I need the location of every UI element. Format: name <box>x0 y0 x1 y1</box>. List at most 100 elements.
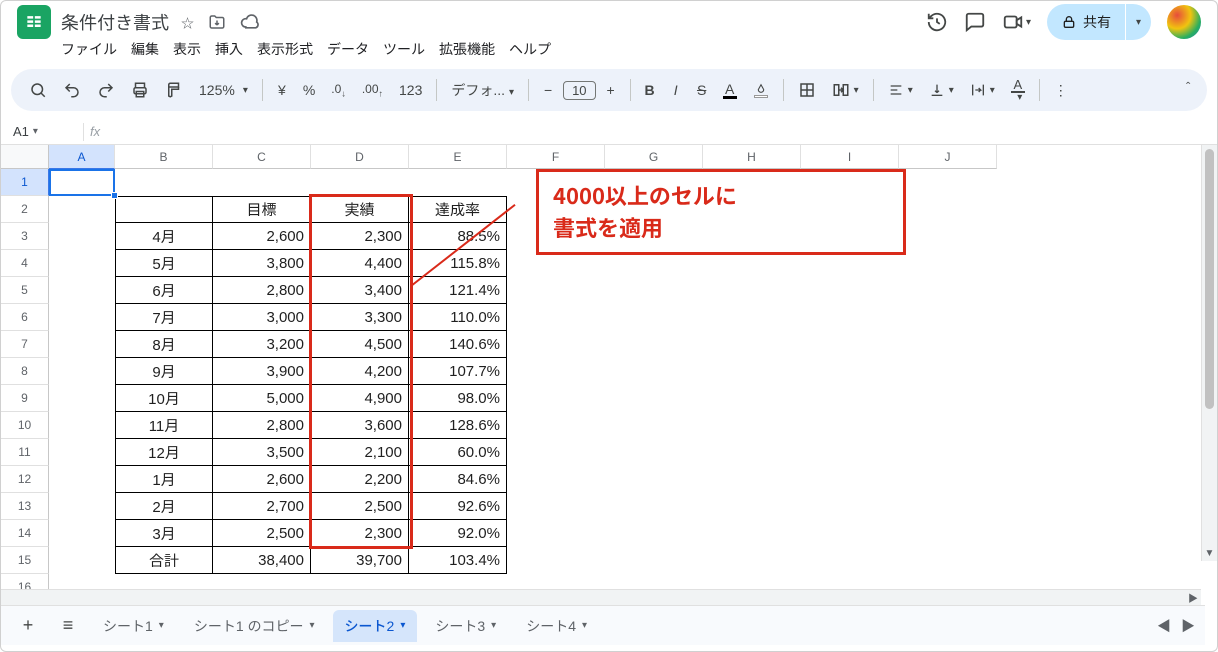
fill-handle[interactable] <box>111 192 118 199</box>
cell-D4[interactable]: 4,400 <box>311 250 409 277</box>
cell-B15[interactable]: 合計 <box>115 547 213 574</box>
menu-view[interactable]: 表示 <box>173 39 201 59</box>
name-box[interactable]: A1 ▾ <box>7 122 77 141</box>
star-icon[interactable]: ☆ <box>181 12 194 32</box>
cell-B4[interactable]: 5月 <box>115 250 213 277</box>
cell-E7[interactable]: 140.6% <box>409 331 507 358</box>
borders-button[interactable] <box>792 77 822 103</box>
select-all-corner[interactable] <box>1 145 49 169</box>
menu-extensions[interactable]: 拡張機能 <box>439 39 495 59</box>
print-icon[interactable] <box>125 77 155 103</box>
row-header-1[interactable]: 1 <box>1 169 49 196</box>
cell-D14[interactable]: 2,300 <box>311 520 409 547</box>
sheet-tab-3[interactable]: シート2▾ <box>333 610 418 642</box>
cell-C2[interactable]: 目標 <box>213 196 311 223</box>
cell-E5[interactable]: 121.4% <box>409 277 507 304</box>
history-icon[interactable] <box>926 11 948 33</box>
menu-tools[interactable]: ツール <box>383 39 425 59</box>
cell-D10[interactable]: 3,600 <box>311 412 409 439</box>
cell-C9[interactable]: 5,000 <box>213 385 311 412</box>
row-header-5[interactable]: 5 <box>1 277 49 304</box>
sheet-tab-1[interactable]: シート1▾ <box>91 610 176 642</box>
row-header-10[interactable]: 10 <box>1 412 49 439</box>
all-sheets-button[interactable]: ≡ <box>51 611 85 641</box>
row-header-13[interactable]: 13 <box>1 493 49 520</box>
cell-B14[interactable]: 3月 <box>115 520 213 547</box>
row-header-6[interactable]: 6 <box>1 304 49 331</box>
cell-C3[interactable]: 2,600 <box>213 223 311 250</box>
column-header-J[interactable]: J <box>899 145 997 169</box>
cloud-saved-icon[interactable] <box>240 12 260 32</box>
cell-E3[interactable]: 88.5% <box>409 223 507 250</box>
row-header-3[interactable]: 3 <box>1 223 49 250</box>
cell-C7[interactable]: 3,200 <box>213 331 311 358</box>
cell-E2[interactable]: 達成率 <box>409 196 507 223</box>
column-header-I[interactable]: I <box>801 145 899 169</box>
row-header-2[interactable]: 2 <box>1 196 49 223</box>
row-header-15[interactable]: 15 <box>1 547 49 574</box>
sheet-tab-4[interactable]: シート3▾ <box>423 610 508 642</box>
increase-decimal-button[interactable]: .00↑ <box>356 78 389 102</box>
cell-E14[interactable]: 92.0% <box>409 520 507 547</box>
column-header-E[interactable]: E <box>409 145 507 169</box>
cell-D12[interactable]: 2,200 <box>311 466 409 493</box>
vertical-scrollbar-thumb[interactable] <box>1205 149 1214 409</box>
cell-C13[interactable]: 2,700 <box>213 493 311 520</box>
sheet-tab-5[interactable]: シート4▾ <box>514 610 599 642</box>
cell-C8[interactable]: 3,900 <box>213 358 311 385</box>
cell-C11[interactable]: 3,500 <box>213 439 311 466</box>
document-title[interactable]: 条件付き書式 <box>61 9 169 35</box>
bold-button[interactable]: B <box>639 78 661 102</box>
cell-D11[interactable]: 2,100 <box>311 439 409 466</box>
cell-D8[interactable]: 4,200 <box>311 358 409 385</box>
cell-E11[interactable]: 60.0% <box>409 439 507 466</box>
cell-E15[interactable]: 103.4% <box>409 547 507 574</box>
cell-D3[interactable]: 2,300 <box>311 223 409 250</box>
cell-C12[interactable]: 2,600 <box>213 466 311 493</box>
share-dropdown[interactable]: ▾ <box>1126 4 1151 40</box>
undo-icon[interactable] <box>57 77 87 103</box>
cell-C10[interactable]: 2,800 <box>213 412 311 439</box>
cell-B2[interactable] <box>115 196 213 223</box>
comment-icon[interactable] <box>964 11 986 33</box>
cell-B3[interactable]: 4月 <box>115 223 213 250</box>
column-header-D[interactable]: D <box>311 145 409 169</box>
cell-C15[interactable]: 38,400 <box>213 547 311 574</box>
merge-button[interactable] <box>826 77 865 103</box>
cell-C5[interactable]: 2,800 <box>213 277 311 304</box>
cell-B8[interactable]: 9月 <box>115 358 213 385</box>
cell-E6[interactable]: 110.0% <box>409 304 507 331</box>
meet-icon[interactable]: ▾ <box>1002 11 1031 33</box>
column-header-F[interactable]: F <box>507 145 605 169</box>
menu-insert[interactable]: 挿入 <box>215 39 243 59</box>
cell-C4[interactable]: 3,800 <box>213 250 311 277</box>
menu-edit[interactable]: 編集 <box>131 39 159 59</box>
fontsize-input[interactable]: 10 <box>563 81 595 100</box>
column-header-B[interactable]: B <box>115 145 213 169</box>
sheet-nav-left-icon[interactable]: ◀ <box>1157 616 1171 636</box>
menu-help[interactable]: ヘルプ <box>509 39 551 59</box>
text-color-button[interactable]: A <box>717 78 743 103</box>
cell-B7[interactable]: 8月 <box>115 331 213 358</box>
redo-icon[interactable] <box>91 77 121 103</box>
cell-C6[interactable]: 3,000 <box>213 304 311 331</box>
cell-E12[interactable]: 84.6% <box>409 466 507 493</box>
sheet-nav-right-icon[interactable]: ▶ <box>1181 616 1195 636</box>
cell-D2[interactable]: 実績 <box>311 196 409 223</box>
column-header-H[interactable]: H <box>703 145 801 169</box>
menu-data[interactable]: データ <box>327 39 369 59</box>
currency-button[interactable]: ¥ <box>271 78 293 102</box>
sheet-tab-2[interactable]: シート1 のコピー▾ <box>182 610 327 642</box>
more-toolbar-icon[interactable]: ⋮ <box>1048 78 1074 103</box>
chevron-down-icon[interactable]: ▾ <box>400 620 405 631</box>
rotate-button[interactable]: A <box>1005 74 1031 107</box>
row-header-4[interactable]: 4 <box>1 250 49 277</box>
avatar[interactable] <box>1167 5 1201 39</box>
vertical-scrollbar[interactable]: ▲ ▼ <box>1201 145 1217 561</box>
cell-E13[interactable]: 92.6% <box>409 493 507 520</box>
column-header-A[interactable]: A <box>49 145 115 169</box>
decrease-decimal-button[interactable]: .0↓ <box>325 78 352 102</box>
halign-button[interactable] <box>882 78 919 102</box>
row-header-8[interactable]: 8 <box>1 358 49 385</box>
add-sheet-button[interactable]: + <box>11 611 45 641</box>
